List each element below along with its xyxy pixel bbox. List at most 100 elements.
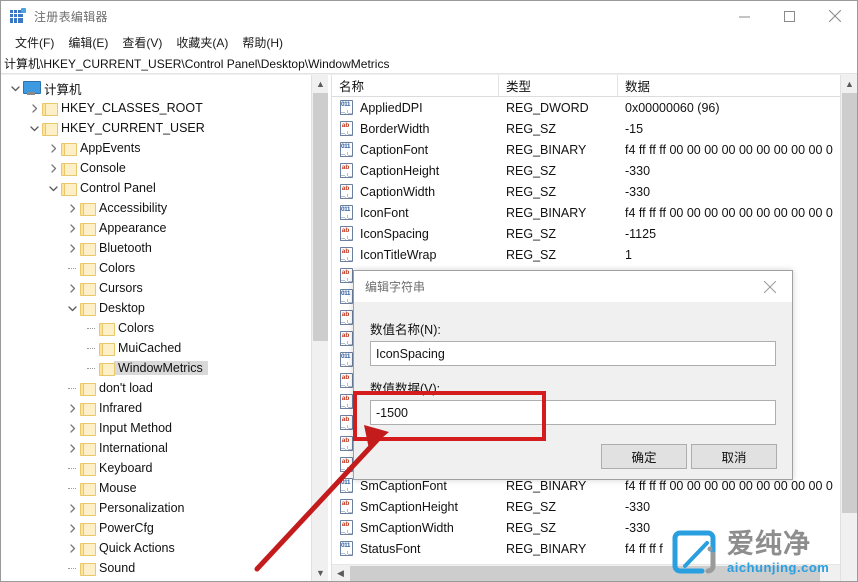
folder-icon: [99, 362, 114, 375]
chevron-right-icon[interactable]: [64, 438, 80, 458]
chevron-right-icon[interactable]: [64, 198, 80, 218]
table-row[interactable]: abSmCaptionHeightREG_SZ-330: [332, 496, 841, 517]
chevron-right-icon[interactable]: [64, 278, 80, 298]
chevron-right-icon[interactable]: [64, 538, 80, 558]
tree-item-console[interactable]: Console: [1, 158, 311, 178]
table-row[interactable]: abCaptionWidthREG_SZ-330: [332, 181, 841, 202]
chevron-right-icon[interactable]: [45, 158, 61, 178]
tree-item-personalization[interactable]: Personalization: [1, 498, 311, 518]
tree-item-muicached[interactable]: MuiCached: [1, 338, 311, 358]
chevron-right-icon[interactable]: [64, 238, 80, 258]
folder-icon: [80, 422, 95, 435]
value-data-cell: 0x00000060 (96): [625, 97, 720, 118]
table-row[interactable]: abIconSpacingREG_SZ-1125: [332, 223, 841, 244]
chevron-down-icon[interactable]: [7, 78, 23, 98]
value-type-cell: REG_BINARY: [506, 202, 586, 223]
tree-item-mouse[interactable]: Mouse: [1, 478, 311, 498]
window-controls: [722, 1, 857, 31]
value-data-cell: -330: [625, 496, 650, 517]
tree-item-desktop[interactable]: Desktop: [1, 298, 311, 318]
tree-item-windowmetrics[interactable]: WindowMetrics: [1, 358, 311, 378]
table-row[interactable]: 011AppliedDPIREG_DWORD0x00000060 (96): [332, 97, 841, 118]
tree-item-appearance[interactable]: Appearance: [1, 218, 311, 238]
list-scroll-up-icon[interactable]: ▲: [841, 75, 858, 92]
address-bar[interactable]: 计算机\HKEY_CURRENT_USER\Control Panel\Desk…: [1, 54, 857, 74]
tree-item-accessibility[interactable]: Accessibility: [1, 198, 311, 218]
menu-item-file[interactable]: 文件(F): [8, 32, 61, 54]
tree-item-infrared[interactable]: Infrared: [1, 398, 311, 418]
tree-item-label: Sound: [95, 561, 140, 575]
close-icon[interactable]: [747, 271, 792, 302]
value-name-text: CaptionHeight: [360, 164, 439, 178]
tree-item-colors[interactable]: Colors: [1, 258, 311, 278]
cancel-button[interactable]: 取消: [691, 444, 777, 469]
registry-tree[interactable]: 计算机HKEY_CLASSES_ROOTHKEY_CURRENT_USERApp…: [1, 78, 311, 578]
tree-item-control-panel[interactable]: Control Panel: [1, 178, 311, 198]
tree-item-hkey-current-user[interactable]: HKEY_CURRENT_USER: [1, 118, 311, 138]
chevron-down-icon[interactable]: [26, 118, 42, 138]
tree-dash-connector: [64, 478, 80, 498]
value-name-input[interactable]: IconSpacing: [370, 341, 776, 366]
value-name-text: BorderWidth: [360, 122, 429, 136]
value-data-cell: f4 ff ff f: [625, 538, 663, 559]
chevron-down-icon[interactable]: [45, 178, 61, 198]
table-row[interactable]: abIconTitleWrapREG_SZ1: [332, 244, 841, 265]
menu-item-edit[interactable]: 编辑(E): [61, 32, 115, 54]
chevron-right-icon[interactable]: [64, 498, 80, 518]
minimize-icon[interactable]: [722, 1, 767, 31]
tree-item-bluetooth[interactable]: Bluetooth: [1, 238, 311, 258]
tree-item-don-t-load[interactable]: don't load: [1, 378, 311, 398]
column-header-name[interactable]: 名称: [332, 75, 499, 96]
tree-item-label: International: [95, 441, 173, 455]
menu-item-favorites[interactable]: 收藏夹(A): [169, 32, 235, 54]
chevron-right-icon[interactable]: [64, 518, 80, 538]
value-data-cell: f4 ff ff ff 00 00 00 00 00 00 00 00 00 0: [625, 139, 833, 160]
table-row[interactable]: 011CaptionFontREG_BINARYf4 ff ff ff 00 0…: [332, 139, 841, 160]
binary-value-icon: 011: [339, 205, 355, 220]
chevron-right-icon[interactable]: [64, 398, 80, 418]
scroll-up-icon[interactable]: ▲: [312, 75, 329, 92]
ok-button[interactable]: 确定: [601, 444, 687, 469]
chevron-right-icon[interactable]: [64, 418, 80, 438]
folder-icon: [80, 482, 95, 495]
tree-item-appevents[interactable]: AppEvents: [1, 138, 311, 158]
tree-dash-connector: [64, 258, 80, 278]
tree-item-label: Quick Actions: [95, 541, 180, 555]
chevron-right-icon[interactable]: [45, 138, 61, 158]
value-data-input[interactable]: -1500: [370, 400, 776, 425]
table-row[interactable]: 011IconFontREG_BINARYf4 ff ff ff 00 00 0…: [332, 202, 841, 223]
chevron-right-icon[interactable]: [26, 98, 42, 118]
tree-item-input-method[interactable]: Input Method: [1, 418, 311, 438]
chevron-down-icon[interactable]: [64, 298, 80, 318]
registry-editor-window: 注册表编辑器 文件(F) 编辑(E) 查看(V) 收藏夹(A) 帮助(H) 计算…: [0, 0, 858, 582]
list-scrollbar-thumb[interactable]: [842, 93, 857, 513]
table-row[interactable]: abBorderWidthREG_SZ-15: [332, 118, 841, 139]
tree-item-sound[interactable]: Sound: [1, 558, 311, 578]
close-icon[interactable]: [812, 1, 857, 31]
maximize-icon[interactable]: [767, 1, 812, 31]
menu-item-view[interactable]: 查看(V): [115, 32, 169, 54]
tree-item-label: Appearance: [95, 221, 171, 235]
tree-item-[interactable]: 计算机: [1, 78, 311, 98]
menu-item-help[interactable]: 帮助(H): [235, 32, 290, 54]
scroll-left-icon[interactable]: ◀: [332, 565, 349, 581]
tree-item-hkey-classes-root[interactable]: HKEY_CLASSES_ROOT: [1, 98, 311, 118]
registry-path: 计算机\HKEY_CURRENT_USER\Control Panel\Desk…: [1, 55, 389, 72]
column-header-type[interactable]: 类型: [499, 75, 618, 96]
tree-item-quick-actions[interactable]: Quick Actions: [1, 538, 311, 558]
scrollbar-thumb[interactable]: [313, 93, 328, 341]
scroll-down-icon[interactable]: ▼: [312, 564, 329, 581]
tree-item-label: MuiCached: [114, 341, 186, 355]
tree-item-powercfg[interactable]: PowerCfg: [1, 518, 311, 538]
tree-item-international[interactable]: International: [1, 438, 311, 458]
tree-item-colors[interactable]: Colors: [1, 318, 311, 338]
tree-item-keyboard[interactable]: Keyboard: [1, 458, 311, 478]
value-name-cell: abSmCaptionWidth: [339, 517, 454, 538]
tree-item-cursors[interactable]: Cursors: [1, 278, 311, 298]
table-row[interactable]: abCaptionHeightREG_SZ-330: [332, 160, 841, 181]
column-header-data[interactable]: 数据: [618, 75, 841, 96]
string-value-icon: ab: [339, 184, 355, 199]
tree-vertical-scrollbar[interactable]: ▲ ▼: [311, 75, 328, 581]
chevron-right-icon[interactable]: [64, 218, 80, 238]
list-vertical-scrollbar[interactable]: ▲: [840, 75, 857, 581]
